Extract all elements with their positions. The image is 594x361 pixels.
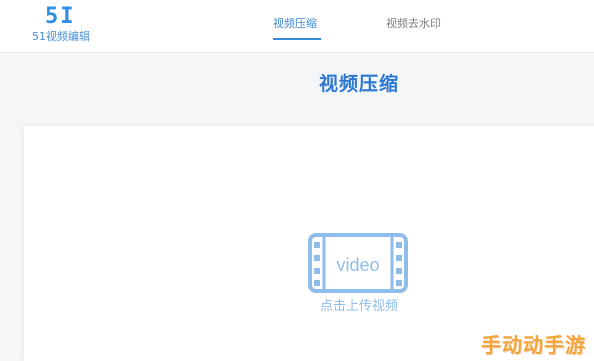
active-tab-indicator bbox=[273, 38, 321, 40]
video-icon-text: video bbox=[336, 255, 379, 275]
tab-video-remove-watermark[interactable]: 视频去水印 bbox=[386, 17, 441, 31]
logo-text[interactable]: 51视频编辑 bbox=[32, 30, 90, 44]
logo-mark[interactable]: 5I bbox=[45, 4, 76, 30]
top-header: 5I 51视频编辑 视频压缩 视频去水印 bbox=[0, 0, 594, 53]
video-film-icon: video bbox=[308, 233, 408, 293]
upload-video-button[interactable]: video 点击上传视频 bbox=[306, 232, 416, 322]
corner-watermark: 手动动手游 bbox=[481, 333, 586, 357]
upload-panel: video 点击上传视频 bbox=[24, 126, 594, 361]
tab-video-compress[interactable]: 视频压缩 bbox=[273, 17, 317, 31]
page-title: 视频压缩 bbox=[318, 73, 399, 95]
upload-label: 点击上传视频 bbox=[319, 299, 398, 314]
